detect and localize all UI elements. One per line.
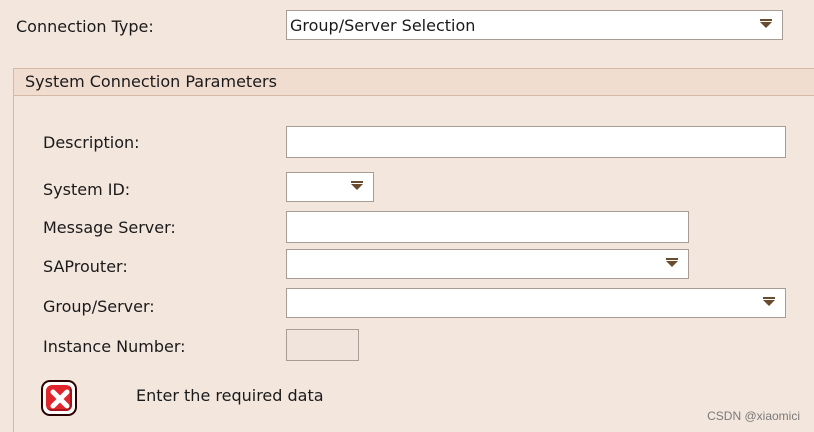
group-title: System Connection Parameters [25, 72, 277, 91]
chevron-down-icon[interactable] [760, 19, 772, 28]
chevron-down-icon[interactable] [763, 297, 775, 306]
status-message: Enter the required data [136, 386, 324, 405]
group-header: System Connection Parameters [14, 69, 814, 96]
instance-number-input [286, 329, 359, 361]
message-server-input[interactable] [286, 211, 689, 243]
group-server-label: Group/Server: [43, 297, 155, 316]
group-server-select[interactable] [286, 288, 786, 318]
connection-type-label: Connection Type: [16, 17, 154, 36]
saprouter-select[interactable] [286, 249, 689, 279]
system-id-select[interactable] [286, 172, 374, 202]
instance-number-label: Instance Number: [43, 337, 186, 356]
connection-type-value: Group/Server Selection [290, 16, 476, 35]
watermark: CSDN @xiaomici [707, 409, 800, 423]
chevron-down-icon[interactable] [351, 181, 363, 190]
saprouter-label: SAProuter: [43, 257, 128, 276]
chevron-down-icon[interactable] [666, 258, 678, 267]
connection-type-select[interactable]: Group/Server Selection [286, 10, 783, 40]
system-id-label: System ID: [43, 180, 131, 199]
message-server-label: Message Server: [43, 218, 176, 237]
error-icon [41, 380, 77, 416]
description-input[interactable] [286, 126, 786, 158]
description-label: Description: [43, 133, 140, 152]
